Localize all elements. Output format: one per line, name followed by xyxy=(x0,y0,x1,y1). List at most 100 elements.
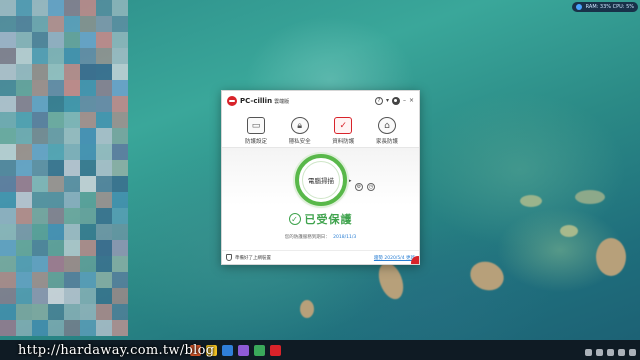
mosaic-tile xyxy=(96,256,112,272)
help-dropdown-chevron-icon[interactable]: ▾ xyxy=(386,98,389,104)
mosaic-tile xyxy=(48,320,64,336)
title-bar[interactable]: PC-cillin 雲端版 ? ▾ – × xyxy=(222,91,419,111)
mosaic-tile xyxy=(32,208,48,224)
tray-icon[interactable] xyxy=(629,349,636,356)
wallpaper-island xyxy=(300,300,314,318)
mosaic-tile xyxy=(48,304,64,320)
mosaic-tile xyxy=(80,304,96,320)
gear-icon[interactable]: ⚙ xyxy=(355,183,363,191)
mosaic-tile xyxy=(0,176,16,192)
expiry-info: 您的防護服務到期日： 2018/11/3 xyxy=(222,234,419,240)
mosaic-tile xyxy=(64,16,80,32)
mosaic-tile xyxy=(48,112,64,128)
tray-icon[interactable] xyxy=(618,349,625,356)
mosaic-tile xyxy=(80,144,96,160)
mosaic-tile xyxy=(32,32,48,48)
mosaic-tile xyxy=(96,288,112,304)
mosaic-tile xyxy=(64,112,80,128)
mosaic-tile xyxy=(0,192,16,208)
mosaic-tile xyxy=(16,320,32,336)
mosaic-tile xyxy=(112,48,128,64)
mosaic-tile xyxy=(0,304,16,320)
footer-update-link[interactable]: 趨勢 2020/5/4 更新 xyxy=(374,255,415,261)
mosaic-tile xyxy=(0,240,16,256)
close-button[interactable]: × xyxy=(409,98,414,104)
pinned-app-icon[interactable] xyxy=(222,345,233,356)
mosaic-tile xyxy=(112,288,128,304)
mosaic-tile xyxy=(0,224,16,240)
pinned-app-icon[interactable] xyxy=(238,345,249,356)
mosaic-tile xyxy=(80,288,96,304)
mosaic-tile xyxy=(32,16,48,32)
wallpaper-island xyxy=(466,257,508,295)
pccillin-window: PC-cillin 雲端版 ? ▾ – × ▭ 防護設定 🔒︎ 隱私安全 ✓ 資… xyxy=(221,90,420,265)
footer-device-text[interactable]: 準備好了上網裝置 xyxy=(235,255,271,261)
mosaic-tile xyxy=(32,304,48,320)
mosaic-tile xyxy=(96,320,112,336)
feature-label: 防護設定 xyxy=(244,139,267,145)
mosaic-tile xyxy=(112,256,128,272)
mosaic-tile xyxy=(48,16,64,32)
feature-parental-controls[interactable]: ⌂ 家長防護 xyxy=(367,117,407,147)
mosaic-tile xyxy=(64,64,80,80)
mosaic-tile xyxy=(80,96,96,112)
mosaic-tile xyxy=(64,160,80,176)
feature-privacy[interactable]: 🔒︎ 隱私安全 xyxy=(280,117,320,147)
mosaic-tile xyxy=(32,48,48,64)
desktop-icons-blurred xyxy=(0,0,128,340)
pinned-app-icon[interactable] xyxy=(270,345,281,356)
history-icon[interactable]: ◷ xyxy=(367,183,375,191)
feature-protection-settings[interactable]: ▭ 防護設定 xyxy=(236,117,276,147)
mosaic-tile xyxy=(0,288,16,304)
mosaic-tile xyxy=(112,304,128,320)
scan-button[interactable]: 電腦掃描 xyxy=(295,154,347,206)
mosaic-tile xyxy=(48,272,64,288)
mosaic-tile xyxy=(0,272,16,288)
monitor-dot-icon xyxy=(575,4,582,10)
pinned-app-icon[interactable] xyxy=(254,345,265,356)
mosaic-tile xyxy=(0,144,16,160)
mosaic-tile xyxy=(0,128,16,144)
mosaic-tile xyxy=(112,0,128,16)
mosaic-tile xyxy=(64,320,80,336)
mosaic-tile xyxy=(0,112,16,128)
mosaic-tile xyxy=(32,256,48,272)
mosaic-tile xyxy=(112,272,128,288)
mosaic-tile xyxy=(48,176,64,192)
mosaic-tile xyxy=(96,80,112,96)
mosaic-tile xyxy=(112,128,128,144)
question-icon[interactable]: ? xyxy=(374,97,383,105)
mosaic-tile xyxy=(112,240,128,256)
mosaic-tile xyxy=(112,176,128,192)
feature-label: 家長防護 xyxy=(375,139,398,145)
mosaic-tile xyxy=(80,128,96,144)
mosaic-tile xyxy=(0,80,16,96)
scan-options-chevron-icon[interactable]: ▸ xyxy=(349,178,352,184)
feature-data-protection[interactable]: ✓ 資料防護 xyxy=(323,117,363,147)
mosaic-tile xyxy=(64,48,80,64)
mosaic-tile xyxy=(48,128,64,144)
expiry-date-link[interactable]: 2018/11/3 xyxy=(333,235,356,240)
system-monitor-widget[interactable]: RAM: 33% CPU: 5% xyxy=(571,2,638,12)
mosaic-tile xyxy=(0,16,16,32)
mosaic-tile xyxy=(64,240,80,256)
mosaic-tile xyxy=(96,0,112,16)
mosaic-tile xyxy=(64,32,80,48)
mosaic-tile xyxy=(64,144,80,160)
mosaic-tile xyxy=(16,304,32,320)
mosaic-tile xyxy=(32,64,48,80)
tray-icon[interactable] xyxy=(607,349,614,356)
mosaic-tile xyxy=(112,80,128,96)
wallpaper-island xyxy=(520,195,542,207)
mosaic-tile xyxy=(16,16,32,32)
app-brand: PC-cillin xyxy=(240,97,273,105)
account-icon[interactable] xyxy=(391,97,400,105)
mosaic-tile xyxy=(96,240,112,256)
minimize-button[interactable]: – xyxy=(403,98,406,104)
tray-icon[interactable] xyxy=(585,349,592,356)
mosaic-tile xyxy=(96,32,112,48)
status-text: 已受保護 xyxy=(304,213,353,226)
tray-icon[interactable] xyxy=(596,349,603,356)
mosaic-tile xyxy=(48,256,64,272)
mosaic-tile xyxy=(96,112,112,128)
